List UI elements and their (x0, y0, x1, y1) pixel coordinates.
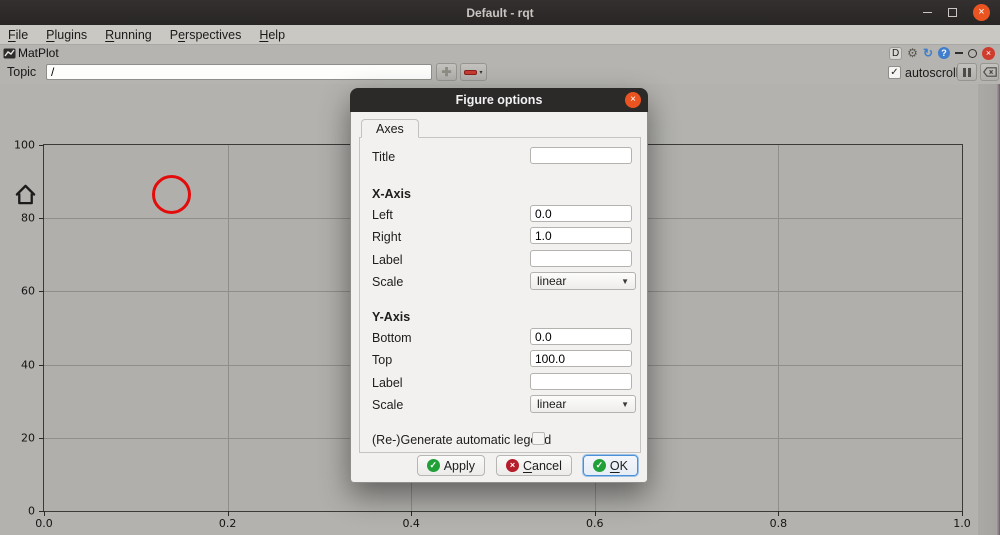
apply-check-icon: ✓ (427, 459, 440, 472)
x-left-input[interactable] (530, 205, 632, 222)
ok-check-icon: ✓ (593, 459, 606, 472)
tick-label: 40 (21, 358, 35, 371)
menu-perspectives[interactable]: Perspectives (161, 28, 251, 42)
dialog-title: Figure options (456, 93, 543, 107)
tick-label: 0 (28, 505, 35, 518)
tick-label: 100 (14, 139, 35, 152)
x-right-input[interactable] (530, 227, 632, 244)
dialog-buttons: ✓ Apply × Cancel ✓ OK (417, 455, 638, 476)
legend-label: (Re-)Generate automatic legend (372, 433, 551, 447)
combo-caret-icon: ▼ (621, 400, 629, 409)
axes-tab-panel: Title X-Axis Left Right Label Scale line… (359, 137, 641, 453)
tick-label: 1.0 (953, 517, 971, 530)
pause-button[interactable] (957, 63, 977, 81)
tick-label: 0.0 (35, 517, 53, 530)
remove-topic-button[interactable]: ▾ (460, 63, 487, 81)
y-axis-header: Y-Axis (372, 310, 410, 324)
dock-badge[interactable]: D (889, 47, 902, 60)
close-icon[interactable]: × (973, 4, 990, 21)
window-controls: × (923, 0, 990, 25)
cancel-button[interactable]: × Cancel (496, 455, 572, 476)
tick-label: 0.4 (402, 517, 420, 530)
dialog-titlebar[interactable]: Figure options × (350, 88, 648, 112)
minimize-icon[interactable] (923, 12, 932, 14)
tick-label: 20 (21, 431, 35, 444)
add-topic-button[interactable]: ✚ (436, 63, 457, 81)
window-title: Default - rqt (466, 6, 533, 20)
ok-button[interactable]: ✓ OK (583, 455, 638, 476)
x-label-label: Label (372, 253, 403, 267)
y-scale-label: Scale (372, 398, 403, 412)
y-scale-select[interactable]: linear ▼ (530, 395, 636, 413)
y-top-label: Top (372, 353, 392, 367)
window-titlebar: Default - rqt × (0, 0, 1000, 25)
cancel-x-icon: × (506, 459, 519, 472)
x-scale-select[interactable]: linear ▼ (530, 272, 636, 290)
help-icon[interactable]: ? (938, 47, 950, 59)
figure-options-dialog: Figure options × Axes Title X-Axis Left … (350, 88, 648, 483)
apply-button[interactable]: ✓ Apply (417, 455, 485, 476)
clear-button[interactable] (980, 63, 999, 81)
x-axis-header: X-Axis (372, 187, 411, 201)
matplot-icon (3, 48, 16, 59)
x-left-label: Left (372, 208, 393, 222)
x-scale-label: Scale (372, 275, 403, 289)
dropdown-caret-icon: ▾ (479, 69, 482, 76)
y-bottom-input[interactable] (530, 328, 632, 345)
menu-running[interactable]: Running (96, 28, 161, 42)
autoscroll-label: autoscroll (905, 66, 959, 80)
pause-icon (963, 68, 966, 77)
menu-help[interactable]: Help (250, 28, 294, 42)
dialog-close-icon[interactable]: × (625, 92, 641, 108)
minus-icon (464, 70, 477, 75)
topic-row: Topic ✚ ▾ ✓ autoscroll (0, 61, 1000, 84)
matplot-title: MatPlot (3, 46, 59, 60)
x-label-input[interactable] (530, 250, 632, 267)
y-bottom-label: Bottom (372, 331, 412, 345)
y-label-input[interactable] (530, 373, 632, 390)
tick-label: 0.6 (586, 517, 604, 530)
menu-plugins[interactable]: Plugins (37, 28, 96, 42)
plugin-float-icon[interactable] (968, 49, 977, 58)
tick-label: 80 (21, 212, 35, 225)
dialog-body: Axes Title X-Axis Left Right Label Scale… (350, 112, 648, 483)
y-top-input[interactable] (530, 350, 632, 367)
autoscroll-checkbox[interactable]: ✓ (888, 66, 901, 79)
clear-icon (983, 67, 997, 77)
home-icon[interactable] (14, 183, 37, 206)
plugin-minimize-icon[interactable] (955, 52, 963, 54)
title-input[interactable] (530, 147, 632, 164)
menubar: File Plugins Running Perspectives Help (0, 25, 1000, 45)
title-label: Title (372, 150, 395, 164)
refresh-icon[interactable]: ↻ (923, 47, 933, 60)
tick-label: 60 (21, 285, 35, 298)
window-edge-strip (978, 84, 1000, 535)
tab-axes[interactable]: Axes (361, 119, 419, 138)
menu-file[interactable]: File (8, 28, 37, 42)
settings-gear-icon[interactable]: ⚙ (907, 47, 918, 60)
y-label-label: Label (372, 376, 403, 390)
tick-label: 0.2 (219, 517, 237, 530)
matplot-plugin-bar: MatPlot D ⚙ ↻ ? × (0, 45, 1000, 61)
maximize-icon[interactable] (948, 8, 957, 17)
topic-input[interactable] (46, 64, 432, 80)
legend-checkbox[interactable] (532, 432, 545, 445)
x-right-label: Right (372, 230, 401, 244)
topic-label: Topic (7, 65, 36, 79)
plugin-controls: D ⚙ ↻ ? × (889, 47, 997, 60)
plugin-close-icon[interactable]: × (982, 47, 995, 60)
combo-caret-icon: ▼ (621, 277, 629, 286)
tick-label: 0.8 (770, 517, 788, 530)
